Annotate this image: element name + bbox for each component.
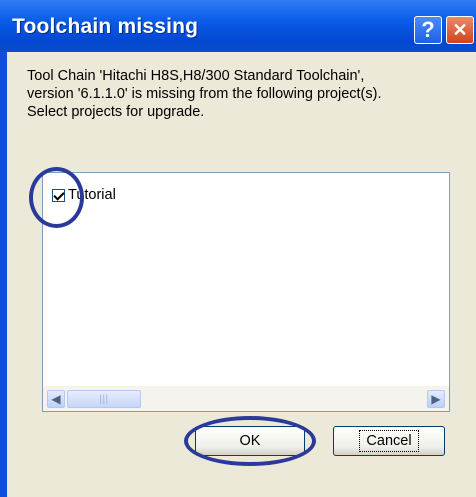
help-button[interactable]: ? (414, 16, 442, 44)
scroll-thumb[interactable]: ||| (67, 390, 141, 408)
dialog-title: Toolchain missing (12, 15, 199, 38)
arrow-left-icon: ◀ (51, 392, 61, 406)
message-line: version '6.1.1.0' is missing from the fo… (27, 86, 382, 102)
scroll-right-button[interactable]: ▶ (427, 390, 445, 408)
dialog-window: Toolchain missing ? ✕ Tool Chain 'Hitach… (0, 0, 476, 497)
grip-icon: ||| (99, 393, 109, 405)
arrow-right-icon: ▶ (431, 392, 441, 406)
highlight-circle-checkbox (29, 167, 84, 228)
title-bar[interactable]: Toolchain missing ? ✕ (0, 0, 476, 52)
scroll-left-button[interactable]: ◀ (47, 390, 65, 408)
close-icon: ✕ (452, 19, 468, 40)
message-line: Select projects for upgrade. (27, 104, 205, 120)
cancel-button-label: Cancel (359, 430, 419, 452)
dialog-message: Tool Chain 'Hitachi H8S,H8/300 Standard … (27, 67, 457, 121)
highlight-circle-ok (184, 416, 316, 466)
horizontal-scrollbar[interactable]: ◀ ||| ▶ (43, 386, 449, 411)
message-line: Tool Chain 'Hitachi H8S,H8/300 Standard … (27, 68, 365, 84)
cancel-button[interactable]: Cancel (333, 426, 445, 456)
close-button[interactable]: ✕ (446, 16, 474, 44)
question-mark-icon: ? (421, 17, 435, 42)
project-listbox[interactable] (42, 172, 450, 412)
